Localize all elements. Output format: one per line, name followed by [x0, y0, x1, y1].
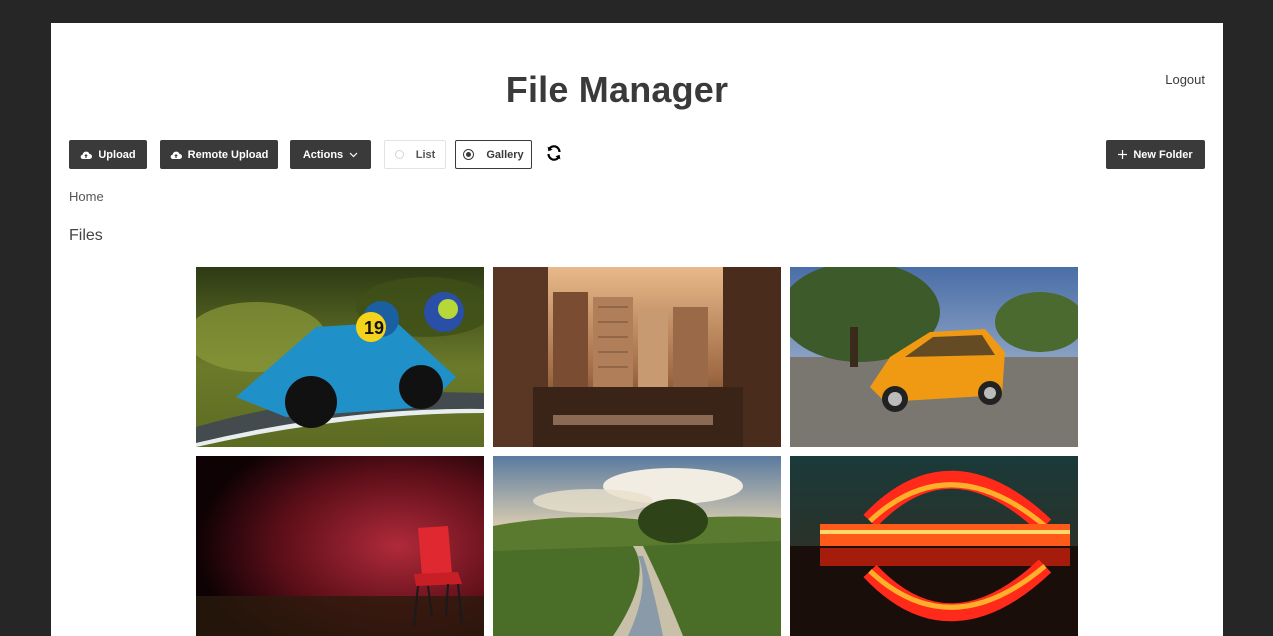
refresh-icon[interactable]: [545, 144, 563, 162]
gallery-image-tile[interactable]: [493, 267, 781, 447]
upload-button[interactable]: Upload: [69, 140, 147, 169]
gallery-image-tile[interactable]: [493, 456, 781, 636]
remote-upload-label: Remote Upload: [187, 148, 269, 161]
gallery-image-tile[interactable]: [790, 456, 1078, 636]
new-folder-label: New Folder: [1133, 148, 1193, 161]
gallery-image-tile[interactable]: 19: [196, 267, 484, 447]
view-list-label: List: [415, 148, 436, 161]
view-gallery-label: Gallery: [486, 148, 524, 161]
illuminated-building-image: [790, 456, 1078, 636]
actions-label: Actions: [302, 148, 344, 161]
motorcycle-image: 19: [196, 267, 484, 447]
gallery-image-tile[interactable]: [790, 267, 1078, 447]
river-landscape-image: [493, 456, 781, 636]
svg-text:19: 19: [364, 318, 384, 338]
view-list-option[interactable]: List: [384, 140, 446, 169]
file-manager-panel: File Manager Logout Upload Remote Upload…: [51, 23, 1223, 636]
chevron-down-icon: [349, 152, 358, 157]
actions-dropdown[interactable]: Actions: [290, 140, 371, 169]
breadcrumb-home[interactable]: Home: [69, 189, 104, 204]
cloud-upload-icon: [170, 151, 182, 159]
red-chair-image: [196, 456, 484, 636]
new-folder-button[interactable]: New Folder: [1106, 140, 1205, 169]
plus-icon: [1118, 150, 1128, 159]
remote-upload-button[interactable]: Remote Upload: [160, 140, 278, 169]
upload-label: Upload: [98, 148, 136, 161]
city-skyline-image: [493, 267, 781, 447]
view-gallery-option[interactable]: Gallery: [455, 140, 532, 169]
gallery-radio[interactable]: [463, 149, 475, 160]
section-title: Files: [69, 227, 103, 244]
orange-car-image: [790, 267, 1078, 447]
cloud-upload-icon: [81, 151, 93, 159]
logout-link[interactable]: Logout: [1165, 72, 1205, 87]
page-title: File Manager: [505, 69, 729, 110]
gallery-image-tile[interactable]: [196, 456, 484, 636]
list-radio[interactable]: [394, 150, 404, 159]
